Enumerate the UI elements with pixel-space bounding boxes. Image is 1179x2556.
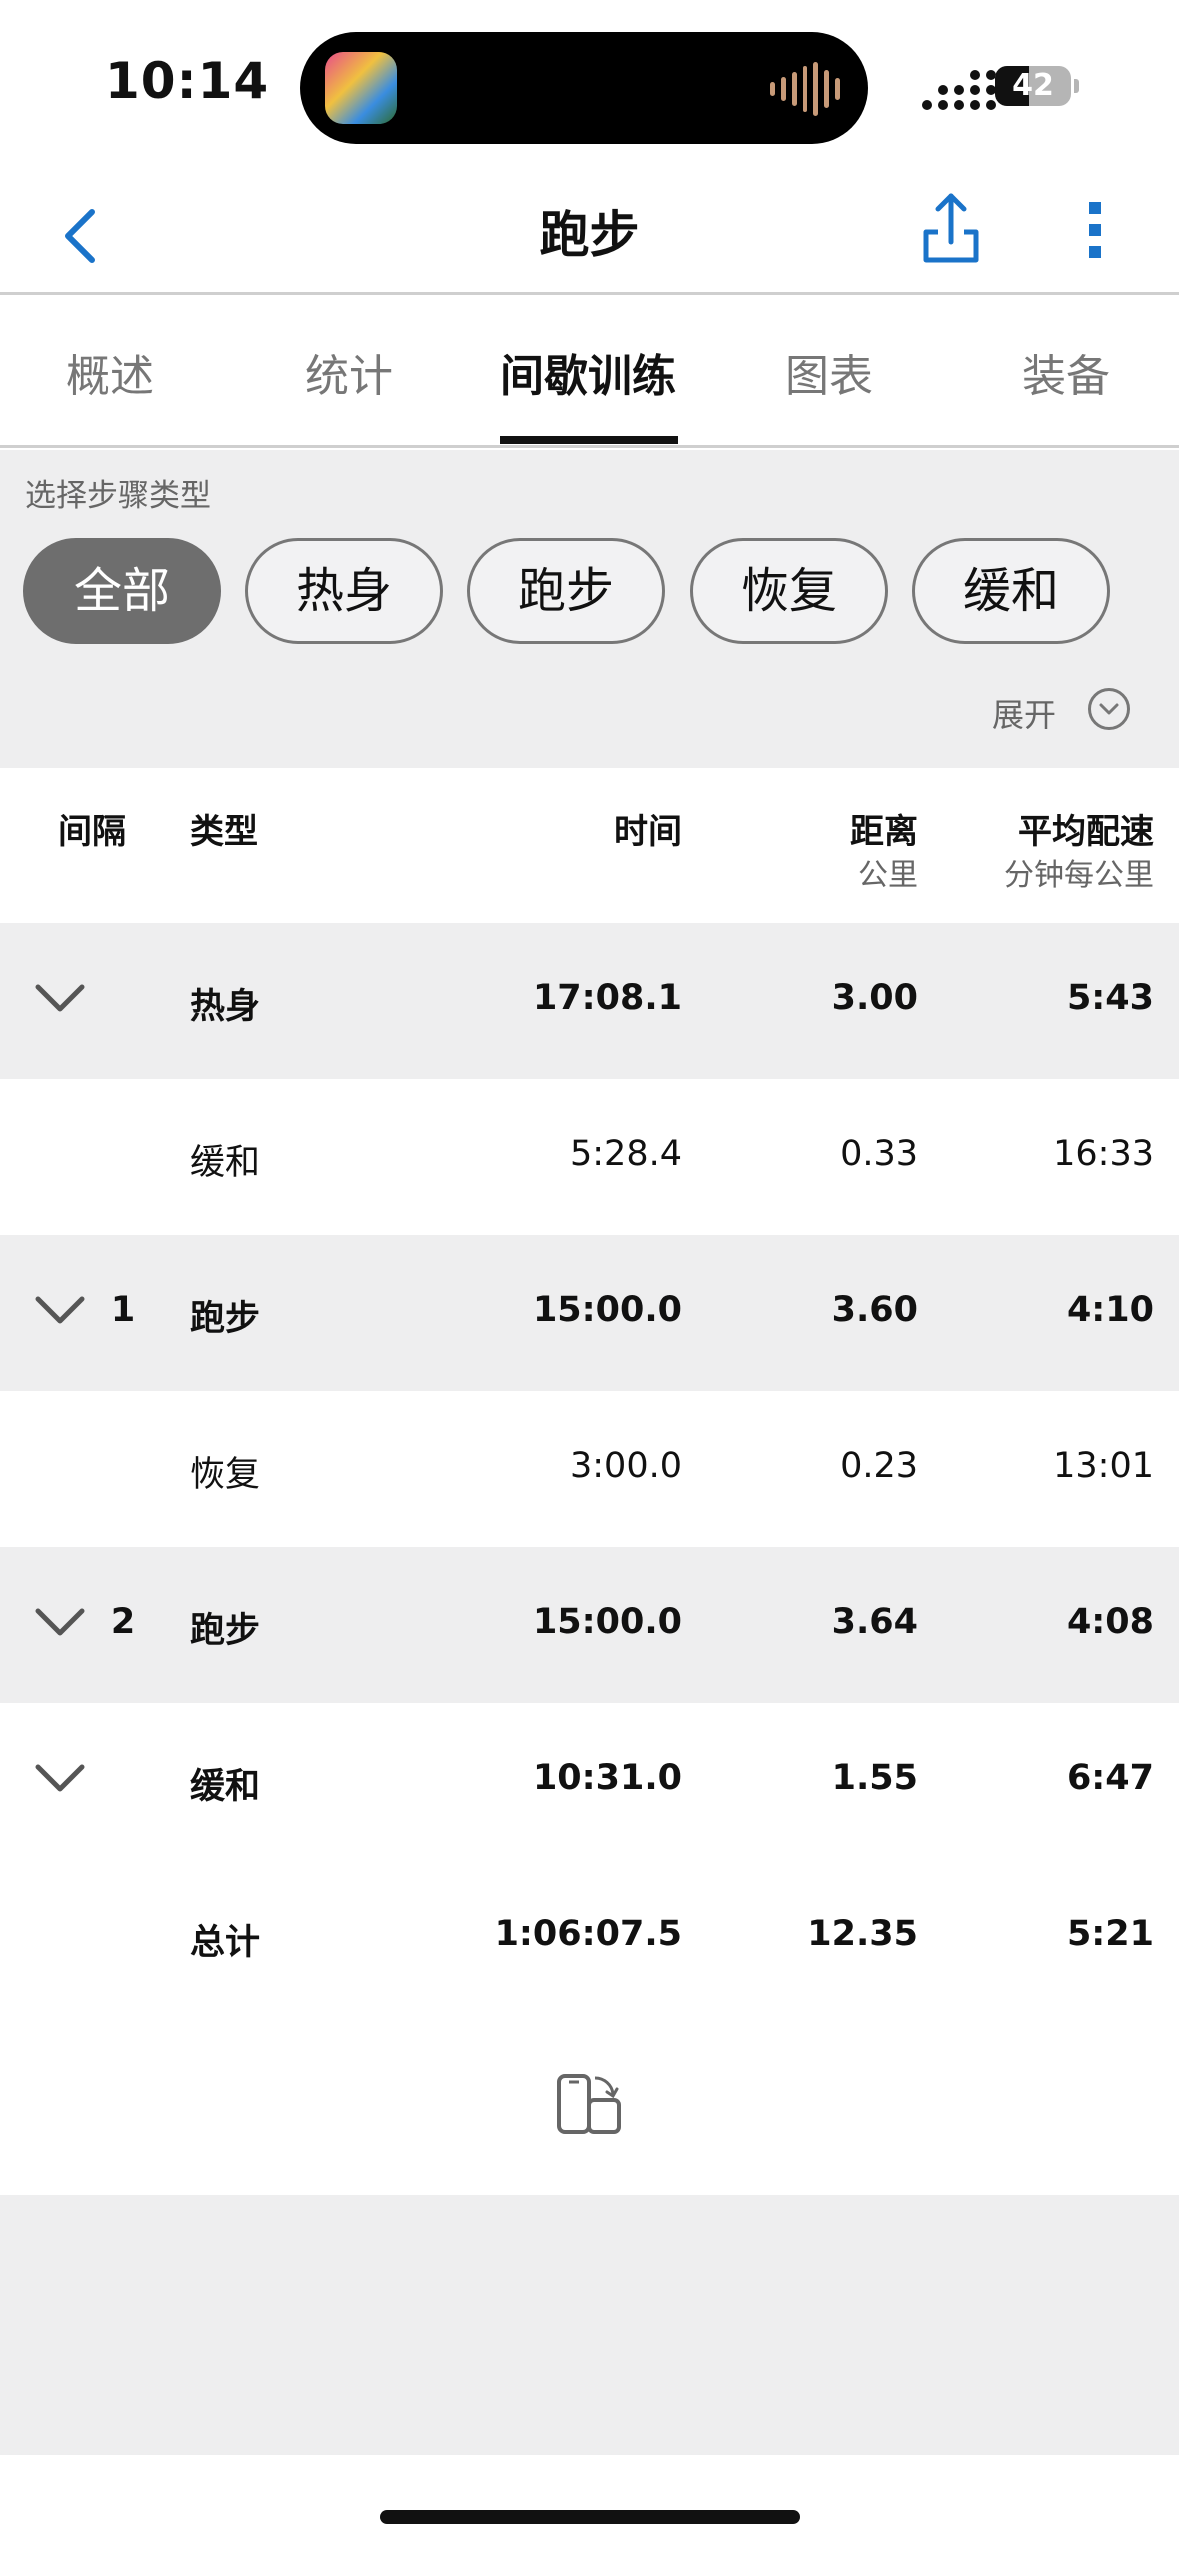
total-row: 总计 1:06:07.5 12.35 5:21: [0, 1859, 1179, 2015]
home-indicator[interactable]: [380, 2510, 800, 2524]
chip-cooldown[interactable]: 缓和: [912, 538, 1110, 644]
now-playing-app-icon: [325, 52, 397, 124]
battery-tip: [1074, 79, 1079, 93]
table-row[interactable]: 热身 17:08.1 3.00 5:43: [0, 923, 1179, 1079]
tab-statistics[interactable]: 统计: [305, 340, 393, 404]
row-distance: 3.00: [831, 978, 918, 1018]
row-type: 跑步: [190, 1611, 261, 1651]
row-distance: 0.33: [840, 1134, 918, 1174]
more-options-button[interactable]: [1070, 190, 1120, 270]
row-distance: 1.55: [831, 1758, 918, 1798]
chip-all[interactable]: 全部: [23, 538, 221, 644]
chip-run[interactable]: 跑步: [467, 538, 665, 644]
table-row[interactable]: 缓和 10:31.0 1.55 6:47: [0, 1703, 1179, 1859]
row-time: 10:31.0: [532, 1758, 682, 1798]
total-time: 1:06:07.5: [494, 1914, 682, 1954]
row-time: 15:00.0: [532, 1602, 682, 1642]
share-icon: [923, 193, 979, 263]
row-distance: 3.60: [831, 1290, 918, 1330]
filter-label: 选择步骤类型: [25, 478, 211, 514]
chevron-down-icon[interactable]: [34, 1603, 86, 1639]
row-distance: 0.23: [840, 1446, 918, 1486]
dynamic-island: [300, 32, 868, 144]
row-type: 热身: [190, 987, 261, 1027]
tab-intervals[interactable]: 间歇训练: [500, 340, 676, 404]
status-bar: 10:14 42: [0, 0, 1179, 170]
more-vertical-icon: [1089, 202, 1101, 258]
expand-label[interactable]: 展开: [992, 690, 1056, 736]
tab-charts[interactable]: 图表: [785, 340, 873, 404]
nav-bar: 跑步: [0, 170, 1179, 295]
tab-overview[interactable]: 概述: [66, 340, 154, 404]
row-pace: 6:47: [1066, 1758, 1154, 1798]
page-title: 跑步: [539, 206, 640, 264]
battery-icon: 42: [995, 66, 1071, 106]
table-row: 恢复 3:00.0 0.23 13:01: [0, 1391, 1179, 1547]
table-row[interactable]: 2 跑步 15:00.0 3.64 4:08: [0, 1547, 1179, 1703]
total-distance: 12.35: [807, 1914, 918, 1954]
row-time: 15:00.0: [532, 1290, 682, 1330]
chevron-down-icon[interactable]: [34, 1759, 86, 1795]
header-time: 时间: [614, 812, 682, 852]
chevron-down-icon[interactable]: [34, 1291, 86, 1327]
total-label: 总计: [190, 1923, 261, 1963]
row-index: 2: [110, 1602, 136, 1642]
battery-level: 42: [1012, 68, 1054, 103]
row-pace: 16:33: [1053, 1134, 1154, 1174]
chevron-down-icon: [1099, 703, 1119, 715]
chip-recovery[interactable]: 恢复: [690, 538, 888, 644]
cellular-signal-icon: [922, 70, 996, 110]
tab-gear[interactable]: 装备: [1022, 340, 1110, 404]
row-time: 5:28.4: [570, 1134, 682, 1174]
chip-warmup[interactable]: 热身: [245, 538, 443, 644]
audio-waveform-icon: [770, 62, 841, 116]
row-pace: 4:08: [1066, 1602, 1154, 1642]
share-button[interactable]: [916, 186, 986, 266]
row-type: 恢复: [190, 1455, 261, 1495]
header-pace: 平均配速: [1018, 812, 1154, 852]
row-pace: 4:10: [1066, 1290, 1154, 1330]
rotate-device-icon[interactable]: [555, 2070, 625, 2140]
header-interval: 间隔: [58, 812, 126, 852]
row-pace: 5:43: [1066, 978, 1154, 1018]
header-distance: 距离: [850, 812, 918, 852]
table-row[interactable]: 1 跑步 15:00.0 3.60 4:10: [0, 1235, 1179, 1391]
status-time: 10:14: [105, 52, 270, 110]
row-pace: 13:01: [1053, 1446, 1154, 1486]
tab-bar: 概述 统计 间歇训练 图表 装备: [0, 298, 1179, 448]
table-header: 间隔 类型 时间 距离 公里 平均配速 分钟每公里: [0, 768, 1179, 923]
row-type: 缓和: [190, 1767, 261, 1807]
row-distance: 3.64: [831, 1602, 918, 1642]
header-pace-unit: 分钟每公里: [1004, 858, 1154, 893]
footer-area: [0, 2195, 1179, 2455]
row-type: 跑步: [190, 1299, 261, 1339]
row-index: 1: [110, 1290, 136, 1330]
header-distance-unit: 公里: [858, 858, 918, 893]
total-pace: 5:21: [1066, 1914, 1154, 1954]
row-time: 3:00.0: [570, 1446, 682, 1486]
chevron-down-icon[interactable]: [34, 979, 86, 1015]
header-type: 类型: [190, 812, 258, 852]
expand-button[interactable]: [1088, 688, 1130, 730]
active-tab-indicator: [500, 436, 678, 444]
step-type-filter: 选择步骤类型 全部 热身 跑步 恢复 缓和 展开: [0, 450, 1179, 768]
table-row: 缓和 5:28.4 0.33 16:33: [0, 1079, 1179, 1235]
row-time: 17:08.1: [532, 978, 682, 1018]
row-type: 缓和: [190, 1143, 261, 1183]
